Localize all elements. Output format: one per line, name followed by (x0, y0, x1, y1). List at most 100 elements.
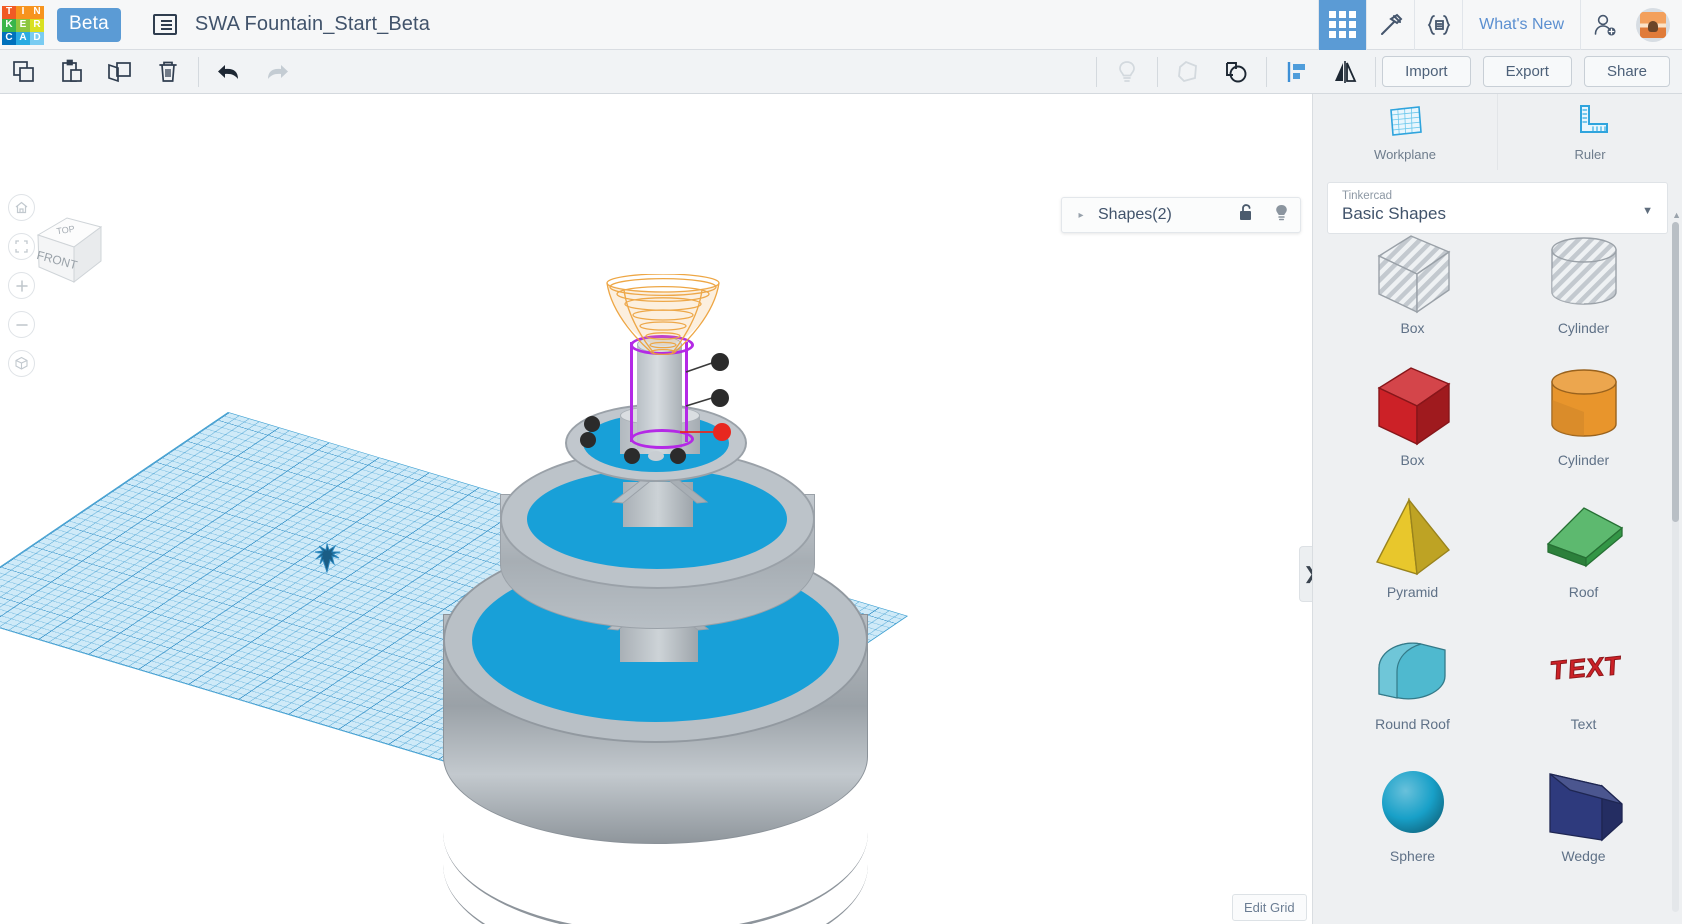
workplane-grid[interactable] (0, 412, 909, 814)
shapes-panel-icons (1238, 203, 1290, 228)
lightbulb-button[interactable] (1103, 50, 1151, 94)
logo-tile-a: A (16, 31, 30, 45)
mirror-button[interactable] (1321, 50, 1369, 94)
tier3-support (623, 482, 693, 527)
apps-grid-icon[interactable] (1318, 0, 1367, 50)
view-cube[interactable]: TOP FRONT (30, 204, 108, 289)
shape-item-sphere-8[interactable]: Sphere (1327, 746, 1498, 874)
logo-tile-t: T (2, 5, 16, 19)
logo-tile-e: E (16, 18, 30, 32)
toolbar-divider (1096, 56, 1098, 87)
logo-tile-n: N (30, 5, 44, 19)
top-bar-right: What's New (1318, 0, 1682, 50)
shape-item-roof-5[interactable]: Roof (1498, 482, 1669, 610)
shape-item-label: Wedge (1561, 848, 1606, 864)
tinkercad-logo[interactable]: TINKERCAD (2, 5, 44, 46)
workplane-tool[interactable]: Workplane (1313, 94, 1498, 170)
ruler-icon (1580, 105, 1608, 133)
center-handle (648, 451, 664, 461)
roof-icon (1536, 492, 1632, 582)
user-avatar[interactable] (1636, 7, 1670, 42)
paste-button[interactable] (48, 50, 96, 94)
box-icon (1365, 360, 1461, 450)
scale-handle (711, 389, 729, 407)
shape-list-scrollbar[interactable] (1672, 222, 1679, 912)
lightbulb-icon[interactable] (1273, 203, 1290, 228)
chevron-down-icon: ▼ (1642, 205, 1653, 217)
box-hole-icon (1365, 228, 1461, 318)
delete-button[interactable] (144, 50, 192, 94)
shape-item-wedge-9[interactable]: Wedge (1498, 746, 1669, 874)
shape-item-text-7[interactable]: T E X T Text (1498, 614, 1669, 742)
project-list-icon[interactable] (152, 14, 177, 35)
shapes-panel-title: Shapes(2) (1098, 206, 1172, 223)
share-button[interactable]: Share (1583, 56, 1670, 87)
zoom-in-button[interactable] (8, 272, 35, 299)
wedge-icon (1536, 756, 1632, 846)
shape-item-label: Box (1400, 320, 1425, 336)
column-cap (637, 336, 682, 353)
corner-handle (670, 448, 686, 464)
home-view-button[interactable] (8, 194, 35, 221)
codeblocks-hammer-icon[interactable] (1366, 0, 1414, 50)
ungroup-button[interactable] (1164, 50, 1212, 94)
shapes-panel[interactable]: ▸ Shapes(2) (1061, 197, 1301, 233)
shape-item-box-2[interactable]: Box (1327, 350, 1498, 478)
shape-library-list[interactable]: Box Cylinder Box Cylinder Pyramid Roof R… (1327, 218, 1669, 914)
column-base-top (620, 406, 700, 425)
shape-item-label: Sphere (1389, 848, 1436, 864)
undo-button[interactable] (205, 50, 253, 94)
column-red-shadow (633, 412, 688, 442)
ruler-tool-label: Ruler (1574, 147, 1606, 162)
wireframe-bowl[interactable] (604, 274, 722, 356)
scrollbar-thumb[interactable] (1672, 222, 1679, 522)
whats-new-link[interactable]: What's New (1462, 0, 1580, 50)
duplicate-button[interactable] (96, 50, 144, 94)
scroll-up-arrow[interactable]: ▲ (1672, 210, 1681, 220)
sphere-icon (1365, 756, 1461, 846)
shape-item-label: Cylinder (1557, 452, 1610, 468)
svg-text:E: E (1567, 653, 1586, 685)
panel-tools: Workplane Ruler (1313, 94, 1682, 170)
document-title[interactable]: SWA Fountain_Start_Beta (195, 13, 430, 36)
redo-button[interactable] (253, 50, 301, 94)
plant-decoration (314, 544, 341, 574)
shape-item-cylinder-hole-1[interactable]: Cylinder (1498, 218, 1669, 346)
shape-item-label: Cylinder (1557, 320, 1610, 336)
panel-collapse-arrow[interactable]: ❯ (1299, 546, 1312, 602)
column-base (620, 414, 700, 454)
top-bar: TINKERCAD Beta SWA Fountain_Start_Beta W… (0, 0, 1682, 50)
shape-item-round-roof-6[interactable]: Round Roof (1327, 614, 1498, 742)
beta-badge[interactable]: Beta (57, 7, 121, 42)
tier3-water (583, 414, 729, 472)
fit-to-view-button[interactable] (8, 233, 35, 260)
logo-tile-d: D (30, 31, 44, 45)
svg-text:T: T (1603, 650, 1620, 682)
shape-item-box-hole-0[interactable]: Box (1327, 218, 1498, 346)
right-panel: Workplane Ruler Tinkercad Basic Shapes ▼ (1312, 94, 1682, 924)
copy-button[interactable] (0, 50, 48, 94)
group-button[interactable] (1212, 50, 1260, 94)
column-cylinder[interactable] (637, 344, 682, 449)
perspective-toggle-button[interactable] (8, 350, 35, 377)
export-button[interactable]: Export (1482, 56, 1572, 87)
shape-item-pyramid-4[interactable]: Pyramid (1327, 482, 1498, 610)
unlock-icon[interactable] (1238, 203, 1255, 227)
svg-text:T: T (1549, 654, 1566, 686)
add-person-icon[interactable] (1580, 0, 1628, 50)
import-button[interactable]: Import (1382, 56, 1471, 87)
ruler-tool[interactable]: Ruler (1498, 94, 1682, 170)
workplane-icon (1390, 106, 1422, 136)
edit-toolbar: Import Export Share (0, 50, 1682, 94)
shape-item-label: Pyramid (1386, 584, 1439, 600)
zoom-out-button[interactable] (8, 311, 35, 338)
shape-item-cylinder-3[interactable]: Cylinder (1498, 350, 1669, 478)
logo-tile-k: K (2, 18, 16, 32)
shapes-panel-caret[interactable]: ▸ (1072, 206, 1090, 224)
align-button[interactable] (1273, 50, 1321, 94)
3d-viewport[interactable]: TOP FRONT ▸ Shapes(2) Edit Grid (0, 94, 1312, 924)
shape-item-label: Round Roof (1375, 716, 1450, 732)
brackets-code-icon[interactable] (1414, 0, 1462, 50)
selection-outline (630, 335, 694, 449)
edit-grid-button[interactable]: Edit Grid (1232, 894, 1307, 921)
